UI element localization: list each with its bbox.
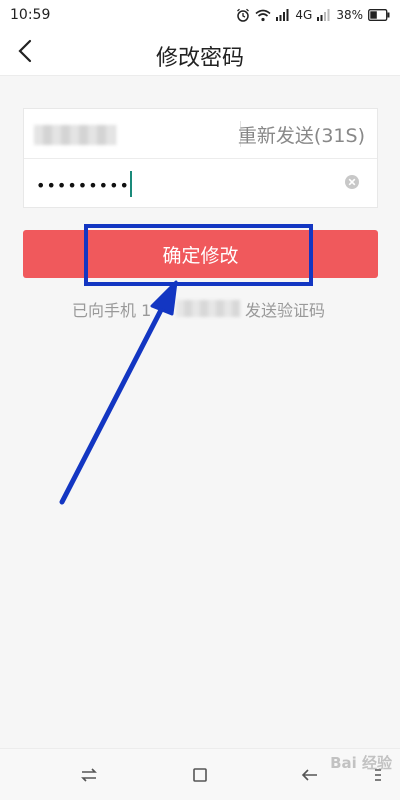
back-arrow-icon[interactable] [300,765,320,785]
nav-bar: 修改密码 [0,30,400,76]
page-title: 修改密码 [155,46,244,71]
battery-icon [368,9,390,21]
phone-row: 重新发送(31S) [24,109,377,159]
system-nav-bar [0,748,400,800]
blurred-hint-number [176,300,240,317]
swap-icon[interactable] [79,765,99,785]
blurred-phone-number [34,125,116,145]
password-input[interactable] [36,173,316,197]
resend-code-button[interactable]: 重新发送(31S) [238,121,365,148]
signal-icon [276,9,290,21]
confirm-change-button[interactable]: 确定修改 [23,230,378,278]
home-square-icon[interactable] [190,765,210,785]
menu-icon[interactable] [368,765,388,785]
alarm-icon [236,8,250,22]
status-bar: 10:59 4G 38% [0,0,400,30]
battery-percent: 38% [336,8,363,22]
clear-icon [344,174,360,194]
form-card: 重新发送(31S) [23,108,378,208]
hint-suffix: 发送验证码 [245,301,326,320]
network-type: 4G [295,8,313,22]
clear-button[interactable] [343,175,361,193]
text-caret [130,171,132,197]
signal-icon-2 [317,9,331,21]
status-icons: 4G 38% [236,8,390,22]
hint-prefix: 已向手机 1 [72,301,152,320]
wifi-icon [255,9,271,22]
verification-hint: 已向手机 1 发送验证码 [0,297,400,321]
status-time: 10:59 [10,7,51,23]
password-row [24,159,377,209]
